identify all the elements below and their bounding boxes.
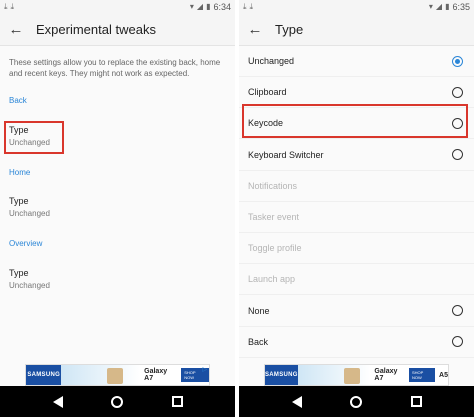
wifi-icon: ▾: [189, 2, 194, 11]
radio-option[interactable]: None: [239, 296, 474, 327]
section-header-overview: Overview: [9, 239, 43, 248]
back-arrow-icon[interactable]: ←: [239, 14, 271, 46]
phone-image: [107, 368, 124, 384]
radio-option-label: Keyboard Switcher: [248, 149, 324, 160]
ad-model-name-secondary: A5: [439, 371, 448, 379]
radio-option-list: Unchanged Clipboard Keycode Keyboard Switch…: [239, 46, 474, 365]
pref-home-type[interactable]: Type Unchanged: [0, 193, 235, 227]
settings-list: These settings allow you to replace the …: [0, 46, 235, 365]
radio-option: Tasker event: [239, 202, 474, 233]
radio-button-icon[interactable]: [452, 336, 463, 348]
battery-icon: ▮: [445, 2, 450, 11]
app-bar: ← Experimental tweaks: [0, 14, 235, 46]
radio-option: Launch app: [239, 264, 474, 296]
ad-info-icon[interactable]: ▷: [202, 366, 207, 373]
pref-title: Type: [9, 268, 29, 278]
nav-home-button[interactable]: [110, 395, 124, 409]
radio-option-label: Toggle profile: [248, 243, 302, 254]
home-circle-icon: [111, 395, 124, 408]
status-bar: ⤓ ⤓ ▾ ◢ ▮ 6:35: [239, 0, 474, 14]
signal-icon: ◢: [435, 2, 443, 11]
notification-icons: ⤓ ⤓: [243, 2, 253, 12]
ad-model-name: Galaxy A7: [374, 368, 398, 382]
app-bar: ← Type: [239, 14, 474, 46]
radio-option-label: Unchanged: [248, 56, 295, 66]
download-icon: ⤓: [10, 2, 15, 11]
radio-option[interactable]: Keyboard Switcher: [239, 140, 474, 171]
radio-option-label: Back: [248, 336, 269, 347]
settings-description: These settings allow you to replace the …: [9, 58, 221, 78]
section-header-back: Back: [9, 96, 27, 105]
ad-brand-logo: SAMSUNG: [265, 365, 298, 385]
system-icons: ▾ ◢ ▮ 6:34: [190, 2, 231, 12]
download-icon: ⤓: [249, 2, 254, 11]
back-arrow-icon[interactable]: ←: [0, 14, 32, 46]
radio-button-icon[interactable]: [452, 55, 463, 67]
nav-bar: [0, 386, 235, 417]
radio-option[interactable]: Back: [239, 327, 474, 358]
nav-bar: [239, 386, 474, 417]
notification-icons: ⤓ ⤓: [4, 2, 14, 12]
pref-title: Type: [9, 196, 29, 206]
nav-recents-button[interactable]: [170, 395, 184, 409]
radio-option-label: Clipboard: [248, 87, 287, 98]
ad-banner[interactable]: SAMSUNG Galaxy A7 SHOP NOW ▷: [25, 364, 210, 386]
ad-banner[interactable]: SAMSUNG Galaxy A7 SHOP NOW A5: [264, 364, 449, 386]
home-circle-icon: [350, 395, 363, 408]
ad-image: [297, 365, 371, 385]
page-title: Experimental tweaks: [36, 22, 156, 37]
highlight-box: [4, 121, 64, 154]
system-icons: ▾ ◢ ▮ 6:35: [429, 2, 470, 12]
radio-option-label: None: [248, 305, 270, 316]
pref-summary: Unchanged: [9, 281, 50, 290]
download-icon: ⤓: [243, 2, 247, 11]
battery-icon: ▮: [206, 2, 211, 11]
nav-back-button[interactable]: [290, 395, 304, 409]
nav-home-button[interactable]: [349, 395, 363, 409]
status-time: 6:35: [452, 2, 470, 12]
radio-option-label: Launch app: [248, 274, 296, 285]
page-title: Type: [275, 22, 304, 37]
recents-square-icon: [171, 396, 183, 407]
radio-option: Toggle profile: [239, 233, 474, 265]
ad-model-name: Galaxy A7: [144, 368, 168, 382]
radio-option[interactable]: Unchanged: [239, 46, 474, 77]
radio-option: Notifications: [239, 171, 474, 202]
wifi-icon: ▾: [428, 2, 433, 11]
radio-button-icon[interactable]: [452, 86, 463, 98]
recents-square-icon: [410, 396, 422, 407]
nav-back-button[interactable]: [51, 395, 65, 409]
pref-summary: Unchanged: [9, 209, 50, 218]
download-icon: ⤓: [4, 2, 8, 11]
pref-overview-type[interactable]: Type Unchanged: [0, 265, 235, 299]
section-header-home: Home: [9, 168, 31, 177]
right-screen: ⤓ ⤓ ▾ ◢ ▮ 6:35 ← Type Unchanged Clipboard…: [239, 0, 474, 417]
highlight-box: [242, 104, 468, 138]
phone-image: [343, 368, 360, 384]
radio-option-label: Tasker event: [248, 212, 300, 222]
ad-cta-button[interactable]: SHOP NOW: [408, 368, 436, 382]
radio-button-icon[interactable]: [452, 149, 463, 161]
back-triangle-icon: [52, 395, 63, 408]
signal-icon: ◢: [196, 2, 204, 11]
nav-recents-button[interactable]: [409, 395, 423, 409]
left-screen: ⤓ ⤓ ▾ ◢ ▮ 6:34 ← Experimental tweaks The…: [0, 0, 235, 417]
status-bar: ⤓ ⤓ ▾ ◢ ▮ 6:34: [0, 0, 235, 14]
ad-brand-logo: SAMSUNG: [26, 365, 62, 385]
back-triangle-icon: [291, 395, 302, 408]
ad-image: [61, 365, 141, 385]
status-time: 6:34: [213, 2, 231, 12]
radio-option-label: Notifications: [248, 180, 298, 191]
radio-button-icon[interactable]: [452, 305, 463, 317]
